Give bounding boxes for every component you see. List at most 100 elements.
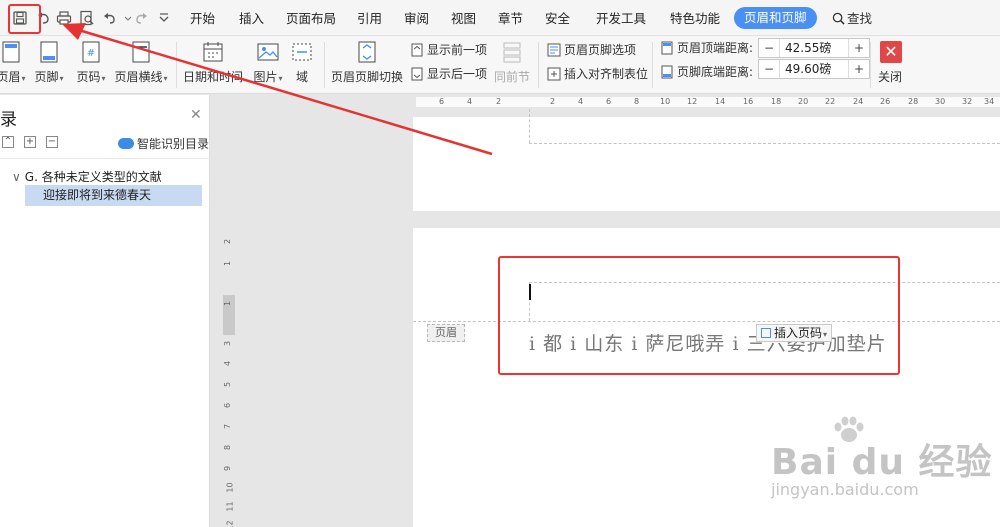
smart-toc-label: 智能识别目录 [137,137,210,151]
tab-home[interactable]: 开始 [190,9,215,29]
ruler-tick: 1 [223,300,233,307]
more-icon[interactable] [156,10,172,26]
ruler-tick: 28 [908,97,919,106]
toc-item[interactable]: ∨ G. 各种未定义类型的文献 [12,168,162,185]
header-top-distance-value[interactable]: 42.55磅 [779,39,849,57]
field-icon [292,43,312,61]
ruler-tick: 16 [743,97,754,106]
header-button[interactable]: 页眉▾ [0,40,28,85]
ruler-tick: 2 [550,97,556,106]
tab-security[interactable]: 安全 [545,9,570,29]
tab-references[interactable]: 引用 [357,9,382,29]
highlight-box-save [8,4,41,34]
footer-icon [40,41,58,63]
calendar-icon [203,42,223,62]
increment-button[interactable]: + [849,60,869,78]
picture-icon [257,43,279,61]
options-icon [547,43,561,57]
header-top-distance-spinner[interactable]: − 42.55磅 + [758,38,870,58]
decrement-button[interactable]: − [759,60,779,78]
header-footer-options-button[interactable]: 页眉页脚选项 [547,41,636,59]
same-as-previous-label: 同前节 [494,70,531,84]
expand-button[interactable]: + [24,136,36,148]
vertical-ruler[interactable]: 2 1 1 3 4 5 6 7 8 9 10 11 12 [222,109,236,527]
header-line-button[interactable]: 页眉横线▾ [112,40,170,85]
footer-distance-icon [660,65,674,79]
margin-guide [529,109,530,143]
search-button[interactable]: 查找 [832,9,872,29]
tab-section[interactable]: 章节 [498,9,523,29]
header-line-label: 页眉横线 [114,70,163,84]
same-as-previous-button[interactable]: 同前节 [494,40,530,85]
tab-page-layout[interactable]: 页面布局 [286,9,336,29]
ruler-tick: 18 [771,97,782,106]
collapse-all-button[interactable]: ⌃ [2,136,14,148]
horizontal-ruler[interactable]: 6 4 2 2 4 6 8 10 12 14 16 18 20 22 24 26… [211,95,1000,109]
tab-review[interactable]: 审阅 [404,9,429,29]
ruler-tick: 12 [225,520,235,527]
ruler-tick: 7 [223,423,233,430]
ruler-tick: 20 [798,97,809,106]
print-preview-icon[interactable] [79,10,95,26]
tab-view[interactable]: 视图 [451,9,476,29]
search-icon [832,12,845,25]
divider [0,158,210,159]
smart-toc-button[interactable]: 智能识别目录 [118,135,209,152]
tab-header-footer[interactable]: 页眉和页脚 [734,7,817,29]
ruler-tick: 32 [962,97,973,106]
ruler-tick: 22 [825,97,836,106]
close-header-footer-button[interactable]: ✕ [880,41,902,63]
field-button[interactable]: 域 [290,40,314,85]
page-previous[interactable] [413,117,1000,211]
tab-features[interactable]: 特色功能 [670,9,720,29]
ribbon-divider [870,42,871,88]
undo-icon[interactable] [102,10,118,26]
navigation-pane: 录 ✕ ⌃ + − 智能识别目录 ∨ G. 各种未定义类型的文献 迎接即将到来德春… [0,95,210,527]
close-icon: ✕ [884,42,898,61]
insert-align-tab-button[interactable]: 插入对齐制表位 [547,65,648,83]
collapse-button[interactable]: − [46,136,58,148]
ruler-tick: 30 [935,97,946,106]
ruler-tick: 9 [223,465,233,472]
ruler-tick: 1 [223,260,233,267]
nav-title: 录 [0,110,17,130]
print-icon[interactable] [56,10,72,26]
ruler-tick: 10 [225,482,235,493]
chevron-down-icon: ∨ [12,170,21,184]
footer-bottom-distance-label: 页脚底端距离: [677,65,754,79]
decrement-button[interactable]: − [759,39,779,57]
menu-bar: 开始 插入 页面布局 引用 审阅 视图 章节 安全 开发工具 特色功能 页眉和页… [0,0,1000,36]
chevron-down-icon[interactable] [120,10,132,26]
ruler-tick: 4 [578,97,584,106]
ribbon-divider [324,42,325,88]
footer-bottom-distance-spinner[interactable]: − 49.60磅 + [758,59,870,79]
watermark-url: jingyan.baidu.com [771,480,919,499]
header-footer-switch-button[interactable]: 页眉页脚切换 [330,40,404,85]
ruler-tick: 26 [880,97,891,106]
increment-button[interactable]: + [849,39,869,57]
show-previous-label: 显示前一项 [427,43,488,57]
footer-boundary [529,143,1000,144]
align-tab-icon [547,67,561,81]
redo-icon[interactable] [133,10,149,26]
show-next-button[interactable]: 显示后一项 [410,65,487,83]
date-time-button[interactable]: 日期和时间 [183,40,243,85]
ruler-tick: 12 [687,97,698,106]
footer-bottom-distance-label-group: 页脚底端距离: [660,63,753,81]
footer-bottom-distance-value[interactable]: 49.60磅 [779,60,849,78]
switch-label: 页眉页脚切换 [330,70,403,84]
page-number-button[interactable]: # 页码▾ [73,40,109,85]
picture-button[interactable]: 图片▾ [250,40,286,85]
svg-text:#: # [87,48,95,59]
show-previous-button[interactable]: 显示前一项 [410,41,487,59]
watermark: Bai du 经验 jingyan.baidu.com [771,415,992,505]
footer-button[interactable]: 页脚▾ [31,40,67,85]
close-icon[interactable]: ✕ [190,107,202,123]
ruler-tick: 2 [223,238,233,245]
tab-developer[interactable]: 开发工具 [596,9,646,29]
header-icon [2,41,20,63]
page-number-icon: # [82,41,100,63]
toc-item-selected[interactable]: 迎接即将到来德春天 [25,185,202,206]
header-top-distance-label: 页眉顶端距离: [677,41,754,55]
tab-insert[interactable]: 插入 [239,9,264,29]
